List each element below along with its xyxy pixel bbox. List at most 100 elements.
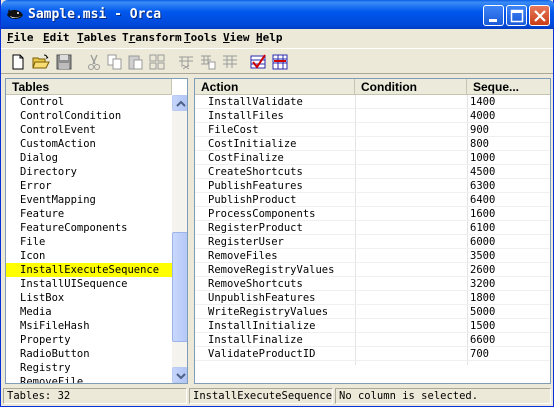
- table-item[interactable]: ControlEvent: [6, 123, 172, 137]
- find-icon[interactable]: [148, 53, 166, 71]
- table-item[interactable]: MsiFileHash: [6, 319, 172, 333]
- cell-sequence[interactable]: 6300: [470, 179, 495, 193]
- table-row[interactable]: ProcessComponents 1600: [195, 207, 550, 221]
- cell-sequence[interactable]: 1800: [470, 291, 495, 305]
- table-row[interactable]: RemoveRegistryValues 2600: [195, 263, 550, 277]
- cell-action[interactable]: CostFinalize: [208, 151, 284, 165]
- table-item[interactable]: RadioButton: [6, 347, 172, 361]
- table-item[interactable]: InstallUISequence: [6, 277, 172, 291]
- minimize-button[interactable]: [483, 5, 504, 26]
- table-item[interactable]: Control: [6, 95, 172, 109]
- table-item[interactable]: Media: [6, 305, 172, 319]
- table-row[interactable]: InstallValidate 1400: [195, 95, 550, 109]
- cell-sequence[interactable]: 5000: [470, 305, 495, 319]
- menu-file[interactable]: File: [7, 31, 34, 44]
- cell-sequence[interactable]: 700: [470, 347, 489, 361]
- cell-sequence[interactable]: 800: [470, 137, 489, 151]
- cell-action[interactable]: RemoveRegistryValues: [208, 263, 334, 277]
- table-item-selected[interactable]: InstallExecuteSequence: [6, 263, 172, 277]
- cell-sequence[interactable]: 1400: [470, 95, 495, 109]
- paste-icon[interactable]: [127, 53, 145, 71]
- table-item[interactable]: EventMapping: [6, 193, 172, 207]
- scroll-thumb[interactable]: [172, 232, 187, 342]
- table-item[interactable]: FeatureComponents: [6, 221, 172, 235]
- cell-action[interactable]: PublishProduct: [208, 193, 297, 207]
- cell-sequence[interactable]: 2600: [470, 263, 495, 277]
- cell-action[interactable]: InstallFiles: [208, 109, 284, 123]
- scroll-down-button[interactable]: [172, 367, 187, 383]
- table-row[interactable]: CostFinalize 1000: [195, 151, 550, 165]
- title-bar[interactable]: Sample.msi - Orca: [1, 0, 554, 29]
- table-row[interactable]: RemoveFiles 3500: [195, 249, 550, 263]
- cell-sequence[interactable]: 6400: [470, 193, 495, 207]
- cell-action[interactable]: CreateShortcuts: [208, 165, 303, 179]
- cell-sequence[interactable]: 900: [470, 123, 489, 137]
- column-header-action[interactable]: Action: [195, 79, 355, 95]
- column-header-condition[interactable]: Condition: [355, 79, 467, 95]
- column-header-sequence[interactable]: Seque...: [467, 79, 550, 95]
- table-item[interactable]: File: [6, 235, 172, 249]
- menu-transform[interactable]: Transform: [122, 31, 182, 44]
- table-item[interactable]: RemoveFile: [6, 375, 172, 383]
- cell-action[interactable]: RegisterUser: [208, 235, 284, 249]
- cell-action[interactable]: InstallValidate: [208, 95, 303, 109]
- table-item[interactable]: Dialog: [6, 151, 172, 165]
- table-item[interactable]: ControlCondition: [6, 109, 172, 123]
- cell-sequence[interactable]: 1000: [470, 151, 495, 165]
- validate-icon[interactable]: [249, 53, 267, 71]
- table-row[interactable]: RemoveShortcuts 3200: [195, 277, 550, 291]
- menu-edit[interactable]: Edit: [43, 31, 70, 44]
- table-row[interactable]: CreateShortcuts 4500: [195, 165, 550, 179]
- cell-sequence[interactable]: 1500: [470, 319, 495, 333]
- cell-action[interactable]: ValidateProductID: [208, 347, 315, 361]
- tables-scrollbar[interactable]: [172, 95, 187, 383]
- cell-action[interactable]: FileCost: [208, 123, 259, 137]
- table-row[interactable]: RegisterUser 6000: [195, 235, 550, 249]
- maximize-button[interactable]: [506, 5, 527, 26]
- table-item[interactable]: ListBox: [6, 291, 172, 305]
- menu-view[interactable]: View: [223, 31, 250, 44]
- cell-action[interactable]: WriteRegistryValues: [208, 305, 328, 319]
- close-button[interactable]: [529, 5, 550, 26]
- table-row[interactable]: InstallFiles 4000: [195, 109, 550, 123]
- cell-sequence[interactable]: 1600: [470, 207, 495, 221]
- scroll-up-button[interactable]: [172, 95, 187, 111]
- open-folder-icon[interactable]: [32, 53, 50, 71]
- table-copy-icon[interactable]: [199, 53, 217, 71]
- table-item[interactable]: Property: [6, 333, 172, 347]
- cell-action[interactable]: InstallInitialize: [208, 319, 315, 333]
- table-item[interactable]: Registry: [6, 361, 172, 375]
- cell-action[interactable]: CostInitialize: [208, 137, 297, 151]
- table-item[interactable]: Directory: [6, 165, 172, 179]
- tables-header[interactable]: Tables: [6, 79, 172, 95]
- table-row[interactable]: UnpublishFeatures 1800: [195, 291, 550, 305]
- cell-sequence[interactable]: 4500: [470, 165, 495, 179]
- table-paste-icon[interactable]: [221, 53, 239, 71]
- cell-sequence[interactable]: 4000: [470, 109, 495, 123]
- cell-sequence[interactable]: 6000: [470, 235, 495, 249]
- cell-action[interactable]: RemoveShortcuts: [208, 277, 303, 291]
- new-file-icon[interactable]: [9, 53, 27, 71]
- cell-action[interactable]: RemoveFiles: [208, 249, 278, 263]
- menu-help[interactable]: Help: [256, 31, 283, 44]
- cell-action[interactable]: InstallFinalize: [208, 333, 303, 347]
- transform-icon[interactable]: [271, 53, 289, 71]
- table-row[interactable]: CostInitialize 800: [195, 137, 550, 151]
- copy-icon[interactable]: [106, 53, 124, 71]
- cell-action[interactable]: ProcessComponents: [208, 207, 315, 221]
- cell-action[interactable]: PublishFeatures: [208, 179, 303, 193]
- table-item[interactable]: CustomAction: [6, 137, 172, 151]
- menu-tools[interactable]: Tools: [184, 31, 217, 44]
- cell-sequence[interactable]: 3200: [470, 277, 495, 291]
- table-row[interactable]: InstallInitialize 1500: [195, 319, 550, 333]
- cell-sequence[interactable]: 6100: [470, 221, 495, 235]
- table-row[interactable]: InstallFinalize 6600: [195, 333, 550, 347]
- table-cut-icon[interactable]: [177, 53, 195, 71]
- cut-icon[interactable]: [85, 53, 103, 71]
- table-row[interactable]: RegisterProduct 6100: [195, 221, 550, 235]
- menu-tables[interactable]: Tables: [77, 31, 117, 44]
- cell-sequence[interactable]: 3500: [470, 249, 495, 263]
- table-item[interactable]: Feature: [6, 207, 172, 221]
- table-row[interactable]: ValidateProductID 700: [195, 347, 550, 361]
- table-row[interactable]: WriteRegistryValues 5000: [195, 305, 550, 319]
